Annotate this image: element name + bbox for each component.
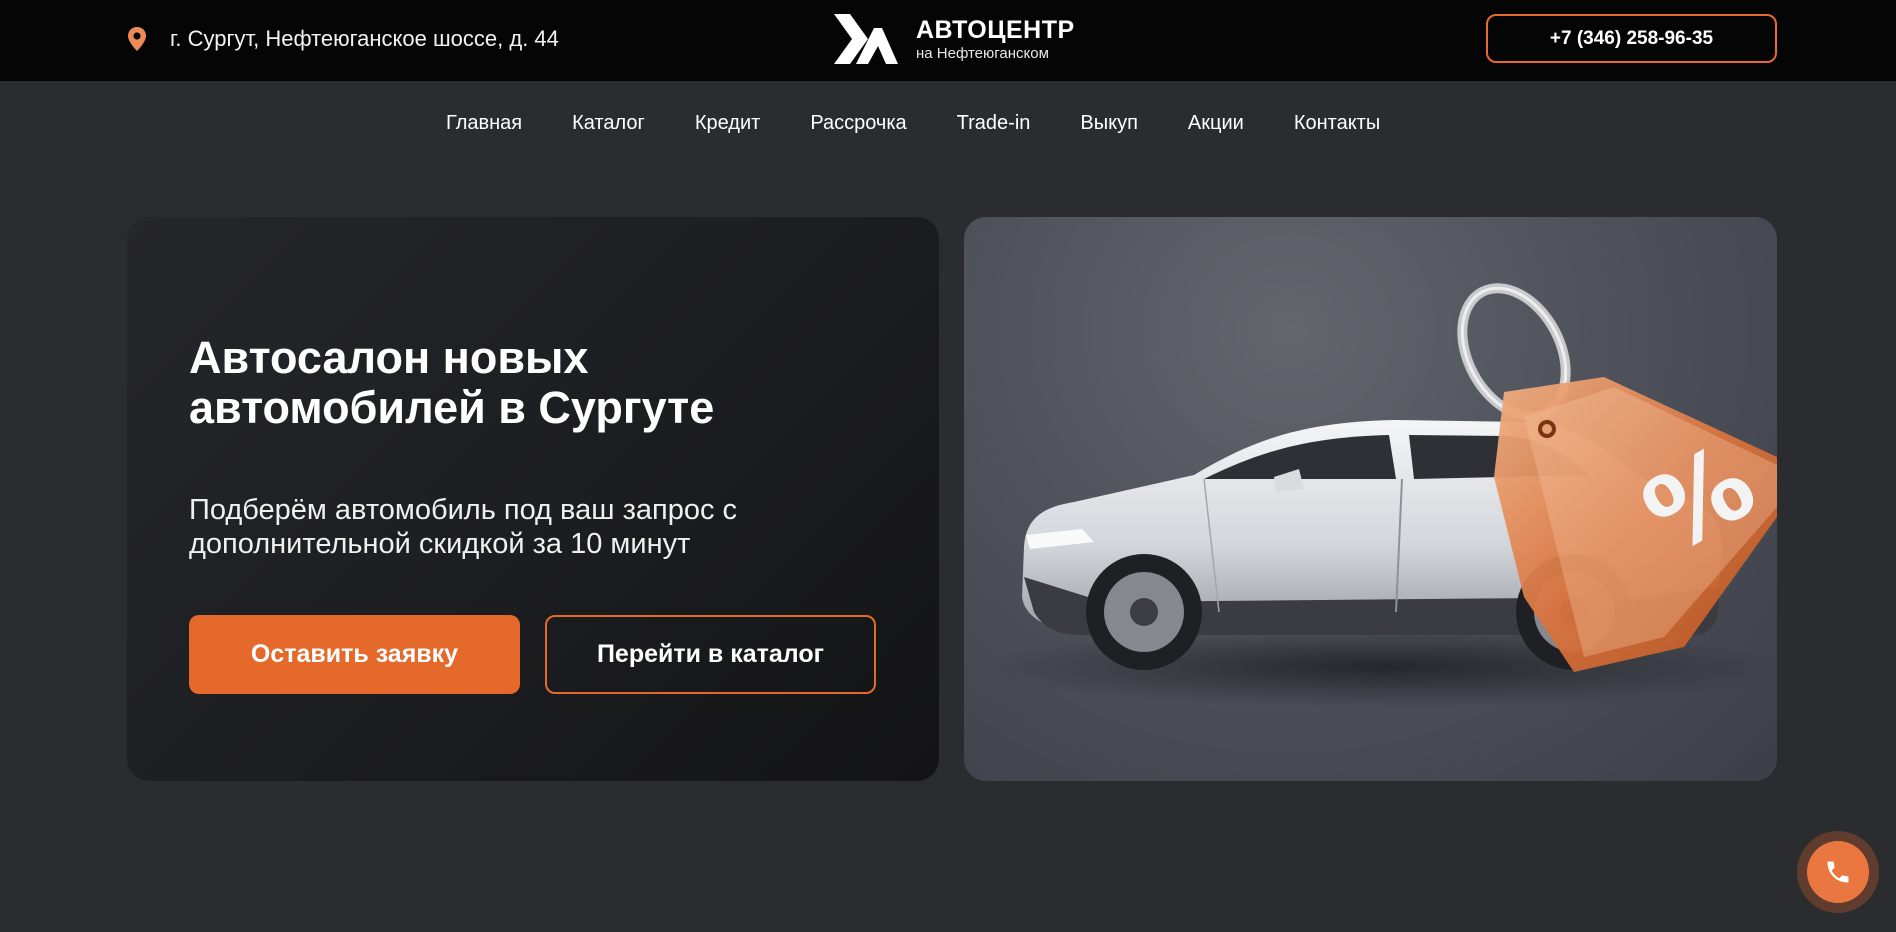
hero-subtitle-line2: дополнительной скидкой за 10 минут (189, 528, 691, 560)
hero-title-line1: Автосалон новых (189, 332, 589, 383)
hero-subtitle-line1: Подберём автомобиль под ваш запрос с (189, 494, 738, 526)
top-bar: г. Сургут, Нефтеюганское шоссе, д. 44 АВ… (0, 0, 1896, 81)
call-floating-button[interactable] (1797, 831, 1879, 913)
car-with-discount-tag-illustration: % (984, 283, 1777, 707)
logo-mark-icon (834, 14, 898, 64)
nav-item-home[interactable]: Главная (446, 112, 522, 135)
nav-item-catalog[interactable]: Каталог (572, 112, 645, 135)
main-nav: Главная Каталог Кредит Рассрочка Trade-i… (446, 108, 1380, 138)
nav-item-trade-in[interactable]: Trade-in (957, 112, 1031, 135)
logo[interactable]: АВТОЦЕНТР на Нефтеюганском (834, 14, 1075, 64)
nav-item-credit[interactable]: Кредит (695, 112, 760, 135)
nav-item-buyout[interactable]: Выкуп (1080, 112, 1138, 135)
nav-item-installment[interactable]: Рассрочка (810, 112, 906, 135)
location-pin-icon (128, 27, 146, 51)
go-to-catalog-button[interactable]: Перейти в каталог (545, 615, 876, 694)
address: г. Сургут, Нефтеюганское шоссе, д. 44 (126, 24, 559, 54)
nav-item-contacts[interactable]: Контакты (1294, 112, 1380, 135)
address-text: г. Сургут, Нефтеюганское шоссе, д. 44 (170, 26, 559, 51)
hero-subtitle: Подберём автомобиль под ваш запрос с доп… (189, 493, 869, 561)
call-button-inner (1807, 841, 1869, 903)
phone-button[interactable]: +7 (346) 258-96-35 (1486, 14, 1777, 63)
hero-title: Автосалон новых автомобилей в Сургуте (189, 333, 869, 433)
hero-image: % (964, 217, 1777, 781)
nav-item-promotions[interactable]: Акции (1188, 112, 1244, 135)
logo-title: АВТОЦЕНТР (916, 15, 1075, 44)
leave-request-button[interactable]: Оставить заявку (189, 615, 520, 694)
phone-icon (1827, 861, 1849, 883)
logo-subtitle: на Нефтеюганском (916, 44, 1049, 62)
hero-card: Автосалон новых автомобилей в Сургуте По… (127, 217, 939, 781)
hero-title-line2: автомобилей в Сургуте (189, 382, 715, 433)
